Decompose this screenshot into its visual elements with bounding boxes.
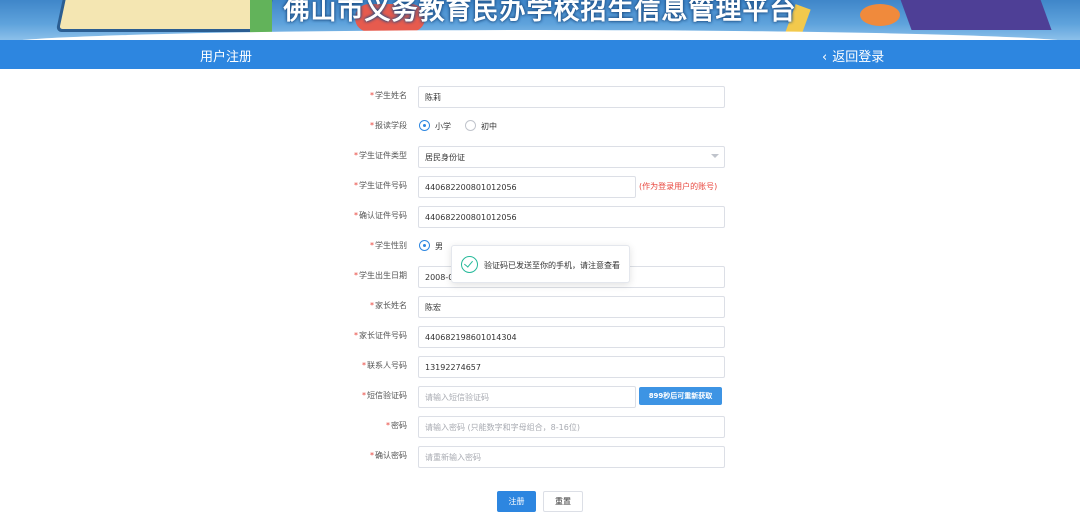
sms-code-input[interactable]: 请输入短信验证码 (418, 386, 636, 408)
confirm-id-row: *确认证件号码 440682200801012056 (330, 206, 750, 228)
parent-name-row: *家长姓名 陈宏 (330, 296, 750, 318)
parent-name-label: *家长姓名 (370, 301, 407, 310)
id-type-row: *学生证件类型 居民身份证 (330, 146, 750, 168)
header-banner: 佛山市义务教育民办学校招生信息管理平台 (0, 0, 1080, 40)
gender-label: *学生性别 (370, 241, 407, 250)
chevron-left-icon: ‹ (822, 50, 828, 65)
confirm-password-input[interactable]: 请重新输入密码 (418, 446, 725, 468)
school-level-label: *报读学段 (370, 121, 407, 130)
parent-id-label: *家长证件号码 (354, 331, 407, 340)
student-name-label: *学生姓名 (370, 91, 407, 100)
platform-title: 佛山市义务教育民办学校招生信息管理平台 (283, 0, 797, 26)
phone-row: *联系人号码 13192274657 (330, 356, 750, 378)
radio-primary-school[interactable]: 小学 (419, 120, 451, 132)
sms-code-label: *短信验证码 (362, 391, 407, 400)
radio-checked-icon (419, 120, 430, 131)
page-title: 用户注册 (200, 50, 253, 65)
toast-message: 验证码已发送至你的手机，请注意查看 (484, 261, 620, 270)
back-to-login-link[interactable]: ‹ 返回登录 (822, 46, 884, 65)
reset-button[interactable]: 重置 (543, 491, 583, 512)
password-row: *密码 请输入密码 (只能数字和字母组合，8-16位) (330, 416, 750, 438)
id-type-select[interactable]: 居民身份证 (418, 146, 725, 168)
id-number-input[interactable]: 440682200801012056 (418, 176, 636, 198)
confirm-id-label: *确认证件号码 (354, 211, 407, 220)
radio-checked-icon (419, 240, 430, 251)
parent-name-input[interactable]: 陈宏 (418, 296, 725, 318)
confirm-password-label: *确认密码 (370, 451, 407, 460)
account-hint: (作为登录用户的账号) (639, 182, 718, 191)
id-type-label: *学生证件类型 (354, 151, 407, 160)
nav-bar: 用户注册 ‹ 返回登录 (0, 40, 1080, 69)
student-name-input[interactable]: 陈莉 (418, 86, 725, 108)
phone-label: *联系人号码 (362, 361, 407, 370)
back-label: 返回登录 (832, 50, 885, 65)
student-name-row: *学生姓名 陈莉 (330, 86, 750, 108)
id-number-label: *学生证件号码 (354, 181, 407, 190)
id-number-row: *学生证件号码 440682200801012056 (作为登录用户的账号) (330, 176, 750, 198)
phone-input[interactable]: 13192274657 (418, 356, 725, 378)
resend-sms-button[interactable]: 899秒后可重新获取 (639, 387, 722, 405)
radio-unchecked-icon (465, 120, 476, 131)
confirm-password-row: *确认密码 请重新输入密码 (330, 446, 750, 468)
parent-id-row: *家长证件号码 440682198601014304 (330, 326, 750, 348)
birth-date-label: *学生出生日期 (354, 271, 407, 280)
password-input[interactable]: 请输入密码 (只能数字和字母组合，8-16位) (418, 416, 725, 438)
radio-middle-school[interactable]: 初中 (465, 120, 497, 132)
parent-id-input[interactable]: 440682198601014304 (418, 326, 725, 348)
success-toast: 验证码已发送至你的手机，请注意查看 (451, 245, 630, 283)
sms-code-row: *短信验证码 请输入短信验证码 899秒后可重新获取 (330, 386, 750, 408)
check-circle-icon (461, 256, 478, 273)
radio-male[interactable]: 男 (419, 240, 443, 252)
password-label: *密码 (386, 421, 407, 430)
confirm-id-input[interactable]: 440682200801012056 (418, 206, 725, 228)
chevron-down-icon (711, 154, 719, 158)
school-level-row: *报读学段 小学 初中 (330, 116, 750, 138)
register-button[interactable]: 注册 (497, 491, 536, 512)
